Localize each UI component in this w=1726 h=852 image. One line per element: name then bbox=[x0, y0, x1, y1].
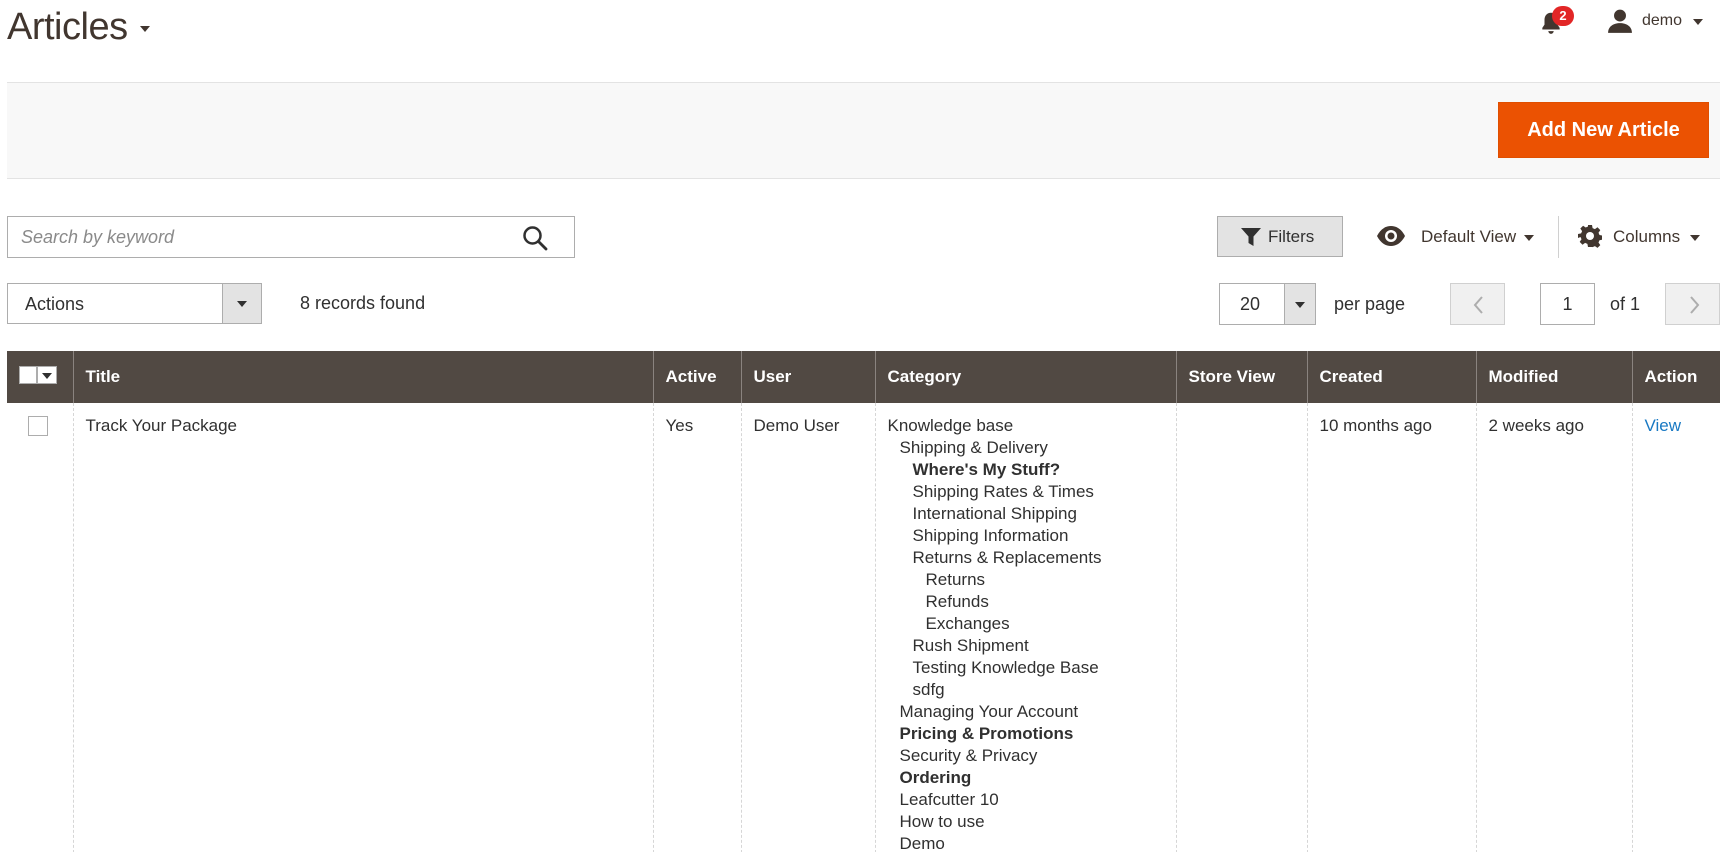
view-link[interactable]: View bbox=[1645, 416, 1682, 435]
mass-actions-toggle[interactable] bbox=[222, 283, 262, 324]
category-item: Knowledge base bbox=[887, 416, 1014, 435]
column-header-modified[interactable]: Modified bbox=[1475, 351, 1632, 403]
cell-store-view bbox=[1175, 403, 1307, 852]
page-title: Articles bbox=[7, 6, 128, 48]
mass-actions-select[interactable]: Actions bbox=[7, 283, 262, 324]
search-icon[interactable] bbox=[522, 225, 548, 251]
funnel-icon bbox=[1241, 228, 1261, 246]
category-item: Shipping Rates & Times bbox=[912, 482, 1094, 501]
category-item: Testing Knowledge Base bbox=[912, 658, 1099, 677]
column-header-user[interactable]: User bbox=[740, 351, 875, 403]
filters-label: Filters bbox=[1268, 227, 1315, 246]
page-total: of 1 bbox=[1610, 294, 1641, 314]
mass-select-toggle[interactable] bbox=[37, 365, 57, 384]
user-name[interactable]: demo bbox=[1642, 12, 1682, 30]
column-header-store-view[interactable]: Store View bbox=[1175, 351, 1307, 403]
category-item: Shipping Information bbox=[912, 526, 1069, 545]
column-header-created[interactable]: Created bbox=[1306, 351, 1476, 403]
search-box bbox=[7, 216, 575, 258]
add-new-article-button[interactable]: Add New Article bbox=[1498, 102, 1709, 158]
category-item: Shipping & Delivery bbox=[899, 438, 1048, 457]
category-item: Ordering bbox=[899, 768, 972, 787]
mass-actions-label: Actions bbox=[25, 294, 85, 314]
chevron-right-icon bbox=[1690, 296, 1700, 314]
category-item: International Shipping bbox=[912, 504, 1077, 523]
gear-icon[interactable] bbox=[1578, 224, 1602, 248]
row-select-cell bbox=[7, 403, 73, 852]
eye-icon[interactable] bbox=[1376, 225, 1406, 247]
category-item: Security & Privacy bbox=[899, 746, 1038, 765]
per-page-value: 20 bbox=[1240, 294, 1261, 314]
column-header-action: Action bbox=[1631, 351, 1720, 403]
page-header: Articles 2 demo bbox=[0, 0, 1726, 82]
default-view-label[interactable]: Default View bbox=[1421, 227, 1516, 247]
view-caret-icon[interactable] bbox=[1524, 235, 1534, 241]
user-caret-icon[interactable] bbox=[1693, 19, 1703, 25]
category-item: Refunds bbox=[925, 592, 989, 611]
mass-select-control[interactable] bbox=[19, 365, 57, 385]
per-page-select[interactable]: 20 bbox=[1219, 283, 1316, 325]
grid-header-row: Title Active User Category Store View Cr… bbox=[7, 351, 1720, 403]
records-found: 8 records found bbox=[300, 293, 426, 313]
row-checkbox[interactable] bbox=[28, 416, 48, 436]
filters-button[interactable]: Filters bbox=[1217, 216, 1343, 257]
category-item: How to use bbox=[899, 812, 985, 831]
per-page-label: per page bbox=[1334, 294, 1406, 314]
cell-modified: 2 weeks ago bbox=[1475, 403, 1632, 852]
column-header-category[interactable]: Category bbox=[874, 351, 1176, 403]
per-page-toggle[interactable] bbox=[1284, 283, 1316, 325]
category-item: Managing Your Account bbox=[899, 702, 1079, 721]
title-caret-icon[interactable] bbox=[140, 26, 150, 32]
category-item: Exchanges bbox=[925, 614, 1010, 633]
cell-user: Demo User bbox=[740, 403, 875, 852]
chevron-left-icon bbox=[1473, 296, 1483, 314]
category-item: Rush Shipment bbox=[912, 636, 1029, 655]
toolbar-divider bbox=[1558, 216, 1559, 258]
columns-label[interactable]: Columns bbox=[1613, 227, 1680, 247]
category-item: Leafcutter 10 bbox=[899, 790, 999, 809]
page-actions-bar: Add New Article bbox=[7, 82, 1720, 179]
next-page-button[interactable] bbox=[1665, 283, 1720, 325]
articles-grid: Title Active User Category Store View Cr… bbox=[7, 351, 1720, 852]
column-header-active[interactable]: Active bbox=[652, 351, 741, 403]
select-all-checkbox[interactable] bbox=[19, 365, 37, 384]
user-icon[interactable] bbox=[1607, 8, 1633, 34]
notification-badge[interactable]: 2 bbox=[1552, 6, 1574, 26]
previous-page-button[interactable] bbox=[1450, 283, 1505, 325]
cell-created: 10 months ago bbox=[1306, 403, 1476, 852]
cell-category: Knowledge base Shipping & Delivery Where's… bbox=[874, 403, 1176, 852]
chevron-down-icon bbox=[237, 301, 247, 307]
select-all-header[interactable] bbox=[7, 351, 73, 403]
columns-caret-icon[interactable] bbox=[1690, 235, 1700, 241]
current-page-input[interactable] bbox=[1540, 283, 1595, 325]
cell-active: Yes bbox=[652, 403, 741, 852]
chevron-down-icon bbox=[1295, 302, 1305, 308]
category-item: Demo bbox=[899, 834, 945, 852]
category-item: Returns bbox=[925, 570, 986, 589]
category-item: Pricing & Promotions bbox=[899, 724, 1074, 743]
search-input[interactable] bbox=[8, 217, 508, 257]
category-item: Returns & Replacements bbox=[912, 548, 1102, 567]
column-header-title[interactable]: Title bbox=[72, 351, 653, 403]
cell-title: Track Your Package bbox=[72, 403, 653, 852]
table-row: Track Your Package Yes Demo User Knowled… bbox=[7, 403, 1720, 852]
category-item: Where's My Stuff? bbox=[912, 460, 1061, 479]
cell-action: View bbox=[1631, 403, 1720, 852]
category-item: sdfg bbox=[912, 680, 945, 699]
